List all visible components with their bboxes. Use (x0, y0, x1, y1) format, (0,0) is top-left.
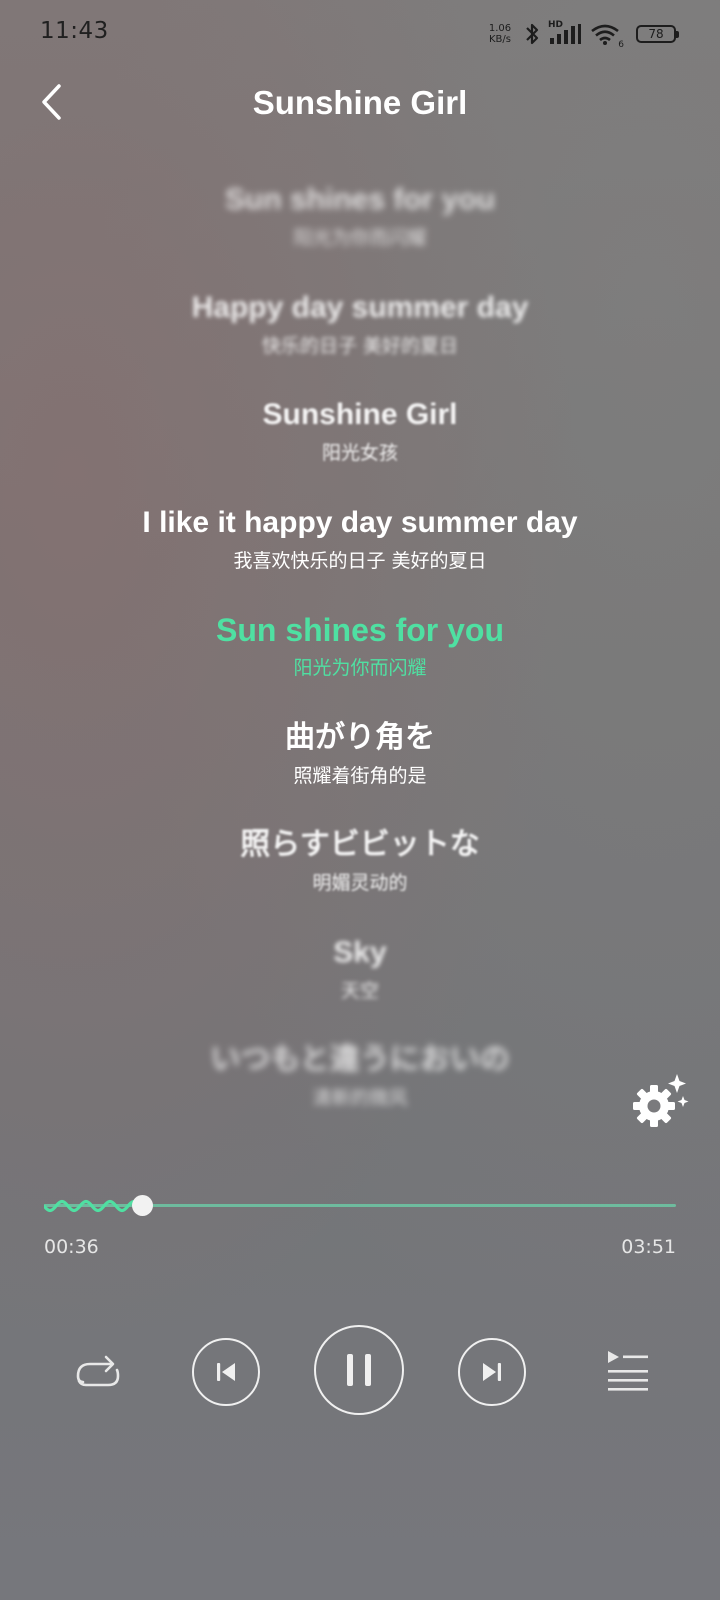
lyric-original: 曲がり角を (285, 720, 435, 754)
status-icons: 1.06 KB/s HD 6 78 (484, 20, 679, 50)
lyric-original: Sky (333, 935, 387, 969)
lyric-line[interactable]: Sunshine Girl 阳光女孩 (0, 393, 720, 501)
lyric-settings-button[interactable] (630, 1072, 690, 1132)
repeat-button[interactable] (70, 1350, 126, 1394)
lyric-original: Sun shines for you (215, 612, 505, 648)
lyric-original: Sunshine Girl (262, 398, 458, 431)
lyric-line[interactable]: Sun shines for you 阳光为你而闪耀 (0, 178, 720, 286)
lyric-original: Sun shines for you (224, 183, 496, 216)
network-speed: 1.06 KB/s (484, 23, 516, 45)
lyric-line[interactable]: Happy day summer day 快乐的日子 美好的夏日 (0, 286, 720, 394)
cellular-signal: HD (548, 20, 582, 46)
bluetooth-icon (526, 23, 539, 45)
lyric-line[interactable]: Sky 天空 (0, 931, 720, 1039)
lyric-translation: 阳光为你而闪耀 (293, 227, 427, 249)
lyric-translation: 明媚灵动的 (312, 872, 408, 894)
lyric-line[interactable]: 曲がり角を 照耀着街角的是 (0, 716, 720, 824)
progress-played-wave (44, 1199, 144, 1213)
lyric-original: いつもと違うにおいの (210, 1043, 510, 1076)
page-title: Sunshine Girl (252, 84, 468, 121)
lyric-translation: 天空 (340, 979, 379, 1002)
battery-indicator: 78 (636, 25, 679, 43)
wifi-status: 6 (590, 22, 624, 50)
playback-controls (0, 1320, 720, 1420)
lyric-translation: 我喜欢快乐的日子 美好的夏日 (233, 549, 487, 572)
skip-previous-icon (217, 1363, 235, 1381)
pause-icon (347, 1354, 371, 1386)
lyric-line[interactable]: いつもと違うにおいの 清新的微风 (0, 1038, 720, 1146)
status-bar: 11:43 1.06 KB/s HD 6 78 (0, 0, 720, 66)
lyric-translation: 快乐的日子 美好的夏日 (261, 334, 459, 357)
network-speed-value: 1.06 (488, 23, 512, 34)
pause-button[interactable] (314, 1325, 404, 1415)
signal-icon (550, 24, 581, 44)
wifi-icon (591, 24, 619, 45)
lyric-translation: 阳光为你而闪耀 (293, 657, 427, 679)
lyric-translation: 照耀着街角的是 (293, 764, 427, 787)
network-speed-unit: KB/s (489, 34, 511, 45)
next-button[interactable] (458, 1338, 526, 1406)
lyrics-list[interactable]: Sun shines for you 阳光为你而闪耀 Happy day sum… (0, 178, 720, 1146)
repeat-icon (76, 1355, 120, 1387)
lyric-line[interactable]: 照らすビビットな 明媚灵动的 (0, 823, 720, 931)
playlist-button[interactable] (604, 1348, 652, 1394)
skip-next-icon (483, 1363, 501, 1381)
wifi-generation: 6 (618, 40, 624, 50)
lyric-original: I like it happy day summer day (142, 505, 578, 539)
progress-thumb[interactable] (132, 1195, 154, 1216)
lyric-line[interactable]: I like it happy day summer day 我喜欢快乐的日子 … (0, 501, 720, 609)
previous-button[interactable] (192, 1338, 260, 1406)
status-time: 11:43 (40, 18, 109, 44)
lyric-translation: 清新的微风 (312, 1087, 408, 1109)
lyric-translation: 阳光女孩 (321, 442, 398, 464)
current-lyric-line[interactable]: Sun shines for you 阳光为你而闪耀 (0, 608, 720, 716)
total-duration: 03:51 (621, 1236, 676, 1258)
lyric-original: Happy day summer day (191, 290, 529, 324)
elapsed-time: 00:36 (44, 1236, 99, 1258)
playlist-icon (608, 1351, 648, 1391)
gear-sparkle-icon (633, 1074, 689, 1127)
lyric-original: 照らすビビットな (240, 828, 480, 861)
